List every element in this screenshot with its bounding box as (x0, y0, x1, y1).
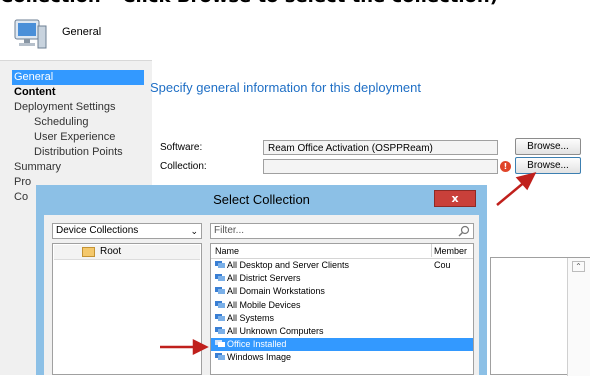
arrow-to-office-installed (160, 338, 209, 356)
arrow-to-browse (496, 172, 537, 206)
annotation-arrows (160, 172, 537, 356)
